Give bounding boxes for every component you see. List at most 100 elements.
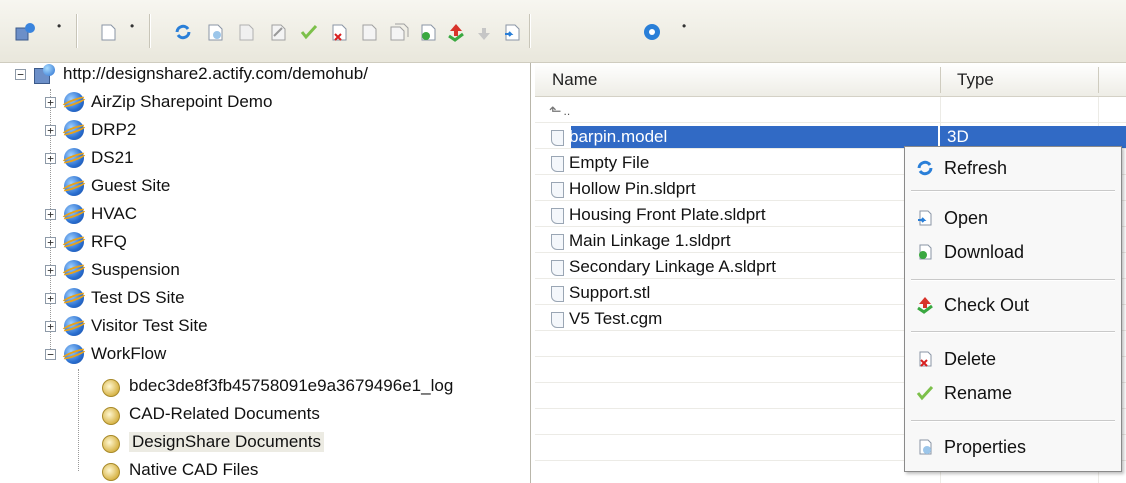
menu-item-download[interactable]: Download	[905, 237, 1121, 267]
site-globe-icon	[64, 288, 84, 308]
lock-icon[interactable]	[357, 20, 381, 44]
file-name: Hollow Pin.sldprt	[569, 179, 696, 198]
menu-item-label: Download	[944, 241, 1025, 262]
site-globe-icon	[64, 120, 84, 140]
file-icon	[551, 285, 565, 302]
expand-icon[interactable]: +	[45, 264, 56, 276]
tree-item-designshare-documents[interactable]: DesignShare Documents	[100, 429, 324, 455]
check-out-icon	[915, 295, 935, 315]
file-icon	[551, 259, 565, 276]
tree-item-label: Suspension	[91, 260, 180, 279]
toolbar-separator	[76, 14, 78, 48]
copy-icon[interactable]	[387, 20, 411, 44]
download-icon	[915, 242, 935, 262]
new-document-icon[interactable]	[96, 20, 120, 44]
open-icon[interactable]	[500, 20, 524, 44]
column-header-type[interactable]: Type	[957, 63, 994, 96]
check-out-icon[interactable]	[444, 20, 468, 44]
tree-item-visitor-test-site[interactable]: + Visitor Test Site	[45, 313, 208, 339]
menu-item-properties[interactable]: Properties	[905, 432, 1121, 462]
help-dropdown-arrow[interactable]: •	[682, 19, 686, 33]
new-document-dropdown-arrow[interactable]: •	[130, 19, 134, 33]
menu-item-delete[interactable]: Delete	[905, 344, 1121, 374]
site-globe-icon	[64, 204, 84, 224]
tree-item-guest-site[interactable]: Guest Site	[64, 173, 170, 199]
toolbar-separator	[149, 14, 151, 48]
file-icon	[551, 155, 565, 172]
refresh-icon[interactable]	[171, 20, 195, 44]
tree-item-label: DS21	[91, 148, 134, 167]
properties-icon[interactable]	[203, 20, 227, 44]
menu-item-open[interactable]: Open	[905, 203, 1121, 233]
folder-icon	[100, 377, 120, 397]
expand-icon[interactable]: +	[45, 236, 56, 248]
file-icon	[551, 207, 565, 224]
tree-item-suspension[interactable]: + Suspension	[45, 257, 180, 283]
tree-item-test-ds-site[interactable]: + Test DS Site	[45, 285, 185, 311]
menu-separator	[911, 190, 1115, 192]
help-icon[interactable]	[640, 20, 664, 44]
toolbar-separator	[529, 14, 531, 48]
connect-icon[interactable]	[14, 20, 38, 44]
tree-item-ds21[interactable]: + DS21	[45, 145, 134, 171]
menu-item-check-out[interactable]: Check Out	[905, 290, 1121, 320]
tree-item-label-selected: DesignShare Documents	[129, 432, 324, 452]
menu-item-rename[interactable]: Rename	[905, 378, 1121, 408]
tree-item-label: Native CAD Files	[129, 460, 259, 479]
download-icon[interactable]	[416, 20, 440, 44]
expand-icon[interactable]: +	[45, 152, 56, 164]
file-icon	[551, 129, 565, 146]
tree-item-cad-related-documents[interactable]: CAD-Related Documents	[100, 401, 320, 427]
tree-item-hvac[interactable]: + HVAC	[45, 201, 137, 227]
menu-item-refresh[interactable]: Refresh	[905, 153, 1121, 183]
expand-icon[interactable]: +	[45, 124, 56, 136]
open-icon	[915, 208, 935, 228]
check-in-icon[interactable]	[472, 20, 496, 44]
file-name: ..	[563, 104, 571, 118]
tree-item-log-folder[interactable]: bdec3de8f3fb45758091e9a3679496e1_log	[100, 373, 453, 399]
column-header-name[interactable]: Name	[552, 63, 597, 96]
file-name: V5 Test.cgm	[569, 309, 663, 328]
tree-item-drp2[interactable]: + DRP2	[45, 117, 136, 143]
folder-icon	[100, 461, 120, 481]
site-tree: − http://designshare2.actify.com/demohub…	[0, 63, 531, 483]
site-globe-icon	[64, 176, 84, 196]
folder-icon	[100, 405, 120, 425]
menu-item-label: Rename	[944, 382, 1013, 403]
tree-item-label: Test DS Site	[91, 288, 185, 307]
delete-icon[interactable]	[327, 20, 351, 44]
file-icon	[551, 311, 565, 328]
tree-connector	[78, 369, 79, 471]
column-resize-handle[interactable]	[940, 67, 941, 93]
collapse-icon[interactable]: −	[45, 348, 56, 360]
tree-item-label: CAD-Related Documents	[129, 404, 320, 423]
server-icon	[34, 64, 56, 84]
menu-item-label: Properties	[944, 436, 1027, 457]
expand-icon[interactable]: +	[45, 208, 56, 220]
tree-item-workflow[interactable]: − WorkFlow	[45, 341, 166, 367]
column-resize-handle[interactable]	[1098, 67, 1099, 93]
collapse-icon[interactable]: −	[15, 68, 26, 80]
view-icon[interactable]	[234, 20, 258, 44]
tree-item-airzip-sharepoint-demo[interactable]: + AirZip Sharepoint Demo	[45, 89, 272, 115]
tree-root[interactable]: − http://designshare2.actify.com/demohub…	[15, 61, 368, 87]
tree-item-rfq[interactable]: + RFQ	[45, 229, 127, 255]
file-icon	[551, 181, 565, 198]
expand-icon[interactable]: +	[45, 292, 56, 304]
rename-icon[interactable]	[297, 20, 321, 44]
file-name: Housing Front Plate.sldprt	[569, 205, 766, 224]
connect-dropdown-arrow[interactable]: •	[57, 19, 61, 33]
tree-item-label: Guest Site	[91, 176, 171, 195]
tree-root-label: http://designshare2.actify.com/demohub/	[63, 64, 368, 83]
comment-icon[interactable]	[266, 20, 290, 44]
file-name: barpin.model	[569, 127, 668, 146]
file-name: Secondary Linkage A.sldprt	[569, 257, 776, 276]
tree-item-native-cad-files[interactable]: Native CAD Files	[100, 457, 258, 483]
menu-item-label: Check Out	[944, 294, 1030, 315]
menu-separator	[911, 331, 1115, 333]
menu-separator	[911, 420, 1115, 422]
expand-icon[interactable]: +	[45, 320, 56, 332]
expand-icon[interactable]: +	[45, 96, 56, 108]
site-globe-icon	[64, 232, 84, 252]
parent-folder-row[interactable]: ⬑ ..	[535, 98, 1126, 124]
